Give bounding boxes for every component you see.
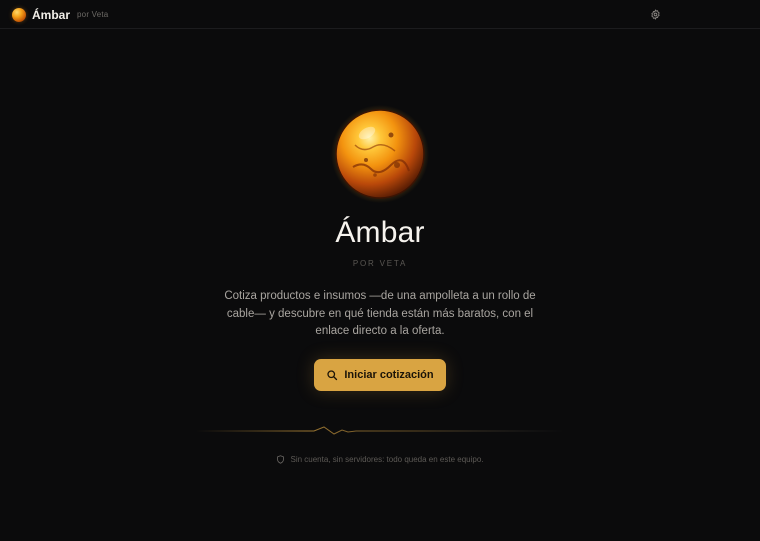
privacy-note: Sin cuenta, sin servidores: todo queda e… [0, 455, 760, 464]
gear-icon [651, 9, 660, 20]
wave-divider [196, 426, 564, 435]
privacy-note-text: Sin cuenta, sin servidores: todo queda e… [290, 455, 484, 464]
brand-subtitle: por Veta [77, 10, 109, 19]
top-bar: Ámbar por Veta [0, 0, 760, 29]
amber-orb-icon [331, 105, 429, 203]
brand[interactable]: Ámbar por Veta [12, 7, 108, 22]
start-quote-label: Iniciar cotización [344, 369, 434, 381]
shield-icon [276, 455, 285, 464]
brand-name: Ámbar [32, 7, 71, 22]
settings-button[interactable] [648, 7, 663, 22]
page-title: Ámbar [335, 216, 425, 249]
page-subtitle: POR VETA [352, 259, 408, 268]
hero-description: Cotiza productos e insumos —de una ampol… [224, 290, 536, 337]
amber-logo-icon [12, 7, 26, 22]
start-quote-button[interactable]: Iniciar cotización [314, 359, 446, 391]
search-icon [326, 369, 338, 381]
